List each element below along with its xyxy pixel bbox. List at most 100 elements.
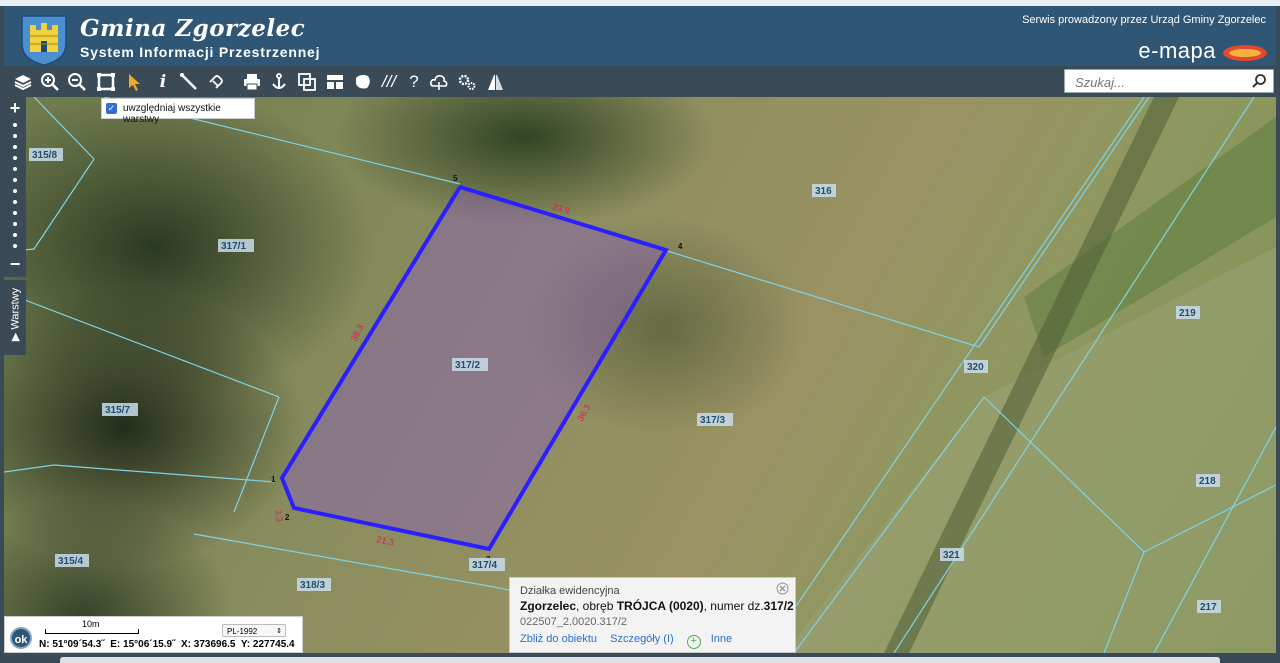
select-arrow-icon[interactable] <box>124 71 146 93</box>
app-subtitle: System Informacji Przestrzennej <box>80 44 321 60</box>
zoom-level-dot[interactable] <box>13 123 17 127</box>
cursor-coordinates: N: 51°09´54.3˝ E: 15°06´15.9˝ X: 373696.… <box>39 639 295 650</box>
popup-numer-text: , numer dz. <box>703 599 764 613</box>
select-arrows-icon: ⇕ <box>276 628 282 635</box>
vertex-label: 1 <box>271 475 276 484</box>
hatch-icon[interactable]: /// <box>378 71 400 93</box>
layers-side-tab[interactable]: ▶ Warstwy <box>4 280 26 355</box>
coat-of-arms-icon <box>21 15 67 66</box>
parcel-label: 317/3 <box>700 415 725 426</box>
parcel-label: 316 <box>815 186 832 197</box>
zoom-level-dot[interactable] <box>13 145 17 149</box>
zoom-level-dot[interactable] <box>13 156 17 160</box>
print-icon[interactable] <box>241 71 263 93</box>
cloud-icon[interactable] <box>428 71 450 93</box>
brand-name: e-mapa <box>1138 38 1216 63</box>
zoom-minus-icon[interactable]: − <box>4 254 26 275</box>
dimension-label: 36.3 <box>575 403 592 423</box>
scale-bar <box>45 629 139 634</box>
copy-icon[interactable] <box>296 71 318 93</box>
dimension-label: 38.3 <box>349 323 366 343</box>
operator-note: Serwis prowadzony przez Urząd Gminy Zgor… <box>1022 14 1266 26</box>
layout-icon[interactable] <box>324 71 346 93</box>
parcel-label: 320 <box>967 362 984 373</box>
dimension-label: 3.3 <box>273 509 285 523</box>
popup-place: Zgorzelec <box>520 599 577 613</box>
measure-line-icon[interactable] <box>178 71 200 93</box>
zoom-level-dot[interactable] <box>13 222 17 226</box>
other-link[interactable]: Inne <box>711 633 732 645</box>
dimension-label: 21.3 <box>376 534 395 547</box>
area-icon[interactable] <box>352 71 374 93</box>
ok-button[interactable]: ok <box>10 627 32 649</box>
zoom-level-dot[interactable] <box>13 244 17 248</box>
zoom-plus-icon[interactable]: + <box>4 98 26 119</box>
app-header: Gmina Zgorzelec System Informacji Przest… <box>4 6 1276 66</box>
zoom-level-dot[interactable] <box>13 200 17 204</box>
coord-y: Y: 227745.4 <box>240 639 295 650</box>
route-icon[interactable] <box>484 71 506 93</box>
parcel-location: Zgorzelec, obręb TRÓJCA (0020), numer dz… <box>520 599 794 613</box>
zoom-out-icon[interactable] <box>66 71 88 93</box>
parcel-label: 217 <box>1200 602 1217 613</box>
coord-lat: N: 51°09´54.3˝ <box>39 639 105 650</box>
bottom-bar <box>60 657 1220 663</box>
map-canvas[interactable]: 1 2 3 4 5 23.9 38.3 36.3 21.3 3.3 315/8 … <box>4 97 1276 653</box>
popup-links: Zbliż do obiektu Szczegóły (I) + Inne <box>520 633 742 649</box>
coord-x: X: 373696.5 <box>180 639 236 650</box>
zoom-to-object-link[interactable]: Zbliż do obiektu <box>520 633 597 645</box>
anchor-icon[interactable] <box>268 71 290 93</box>
checkbox-checked-icon[interactable]: ✓ <box>106 103 117 114</box>
app-title: Gmina Zgorzelec <box>80 15 306 42</box>
zoom-level-dot[interactable] <box>13 189 17 193</box>
layers-icon[interactable] <box>12 71 34 93</box>
zoom-level-dot[interactable] <box>13 233 17 237</box>
zoom-slider[interactable]: + − <box>4 97 26 277</box>
parcel-label: 315/8 <box>32 150 57 161</box>
all-layers-checkbox[interactable]: ✓ uwzględniaj wszystkie warstwy <box>101 98 255 125</box>
parcel-label: 317/2 <box>455 360 480 371</box>
parcel-label: 317/4 <box>472 560 497 571</box>
help-icon[interactable]: ? <box>403 71 425 93</box>
zoom-extent-icon[interactable] <box>95 71 117 93</box>
parcel-identifier: 022507_2.0020.317/2 <box>520 616 628 628</box>
parcel-label: 318/3 <box>300 580 325 591</box>
search-input[interactable] <box>1073 71 1247 93</box>
vertex-label: 5 <box>453 174 458 183</box>
parcel-label: 315/7 <box>105 405 130 416</box>
geosystem-logo-icon <box>1223 45 1267 61</box>
link-icon[interactable] <box>205 71 227 93</box>
popup-obreb: TRÓJCA (0020) <box>616 599 704 613</box>
scale-label: 10m <box>82 619 100 629</box>
coord-lon: E: 15°06´15.9˝ <box>110 639 176 650</box>
parcel-label: 218 <box>1199 476 1216 487</box>
bottom-strip <box>0 653 1280 663</box>
popup-numer: 317/2 <box>763 599 794 613</box>
zoom-level-dot[interactable] <box>13 211 17 215</box>
crs-select[interactable]: PL-1992 ⇕ <box>222 624 286 637</box>
map-overlay: 1 2 3 4 5 23.9 38.3 36.3 21.3 3.3 315/8 … <box>4 97 1276 653</box>
layers-tab-label: ▶ Warstwy <box>9 287 22 342</box>
zoom-level-dot[interactable] <box>13 134 17 138</box>
details-link[interactable]: Szczegóły (I) <box>610 633 674 645</box>
zoom-level-dot[interactable] <box>13 178 17 182</box>
all-layers-label: uwzględniaj wszystkie warstwy <box>123 103 221 125</box>
parcel-label: 321 <box>943 550 960 561</box>
scale-coordinates-panel: ok 10m PL-1992 ⇕ N: 51°09´54.3˝ E: 15°06´… <box>4 616 303 653</box>
parcel-info-popup: Działka ewidencyjna Zgorzelec, obręb TRÓ… <box>509 577 796 653</box>
zoom-level-dot[interactable] <box>13 167 17 171</box>
crs-value: PL-1992 <box>227 627 258 636</box>
close-icon[interactable] <box>776 582 789 595</box>
vertex-label: 4 <box>678 242 683 251</box>
popup-obreb-text: , obręb <box>576 599 617 613</box>
popup-heading: Działka ewidencyjna <box>520 585 620 597</box>
parcel-label: 315/4 <box>58 556 83 567</box>
search-box[interactable] <box>1064 69 1274 93</box>
info-icon[interactable]: i <box>152 71 174 93</box>
settings-icon[interactable] <box>456 71 478 93</box>
parcel-label: 317/1 <box>221 241 246 252</box>
zoom-in-icon[interactable] <box>39 71 61 93</box>
plus-circle-icon[interactable]: + <box>686 635 701 649</box>
parcel-label: 219 <box>1179 308 1196 319</box>
search-icon[interactable] <box>1251 73 1267 89</box>
